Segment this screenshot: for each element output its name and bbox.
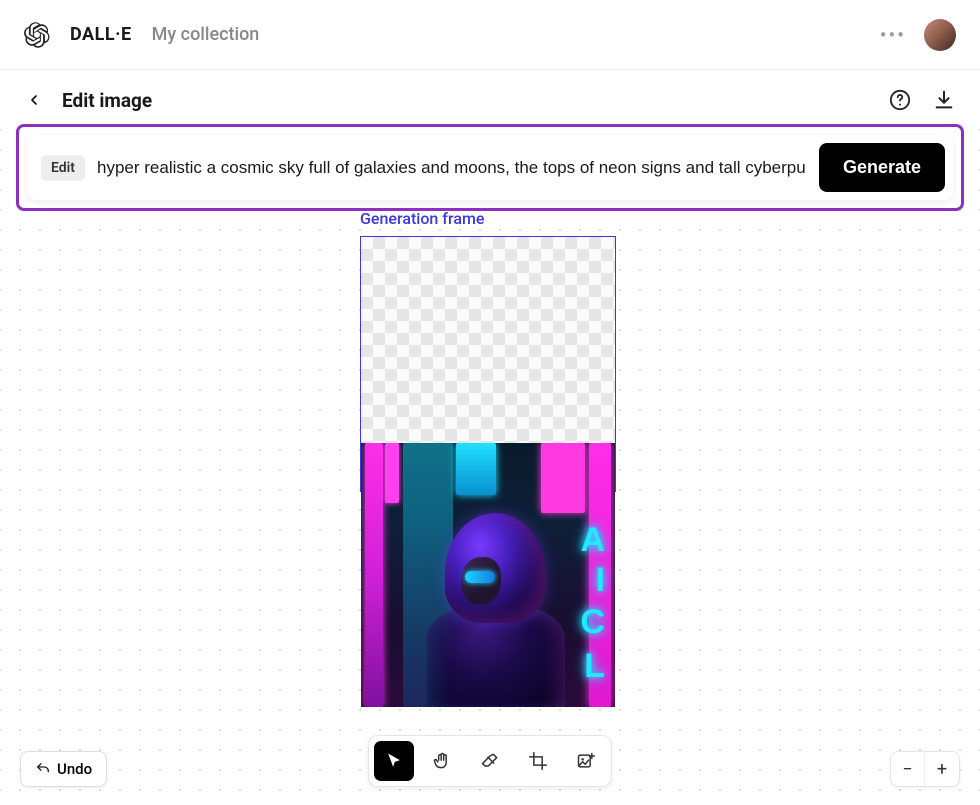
zoom-in-button[interactable]: + (925, 752, 959, 786)
generation-frame-label: Generation frame (360, 209, 484, 228)
undo-label: Undo (57, 760, 92, 778)
canvas-area: Edit image Edit Generate Generation fram… (0, 70, 980, 805)
undo-button[interactable]: Undo (20, 751, 107, 787)
back-button[interactable] (24, 90, 44, 110)
erase-tool-button[interactable] (470, 741, 510, 781)
select-tool-button[interactable] (374, 741, 414, 781)
hand-icon (432, 751, 452, 771)
page-toolbar: Edit image (0, 70, 980, 120)
add-image-tool-button[interactable] (566, 741, 606, 781)
figure-glasses (465, 571, 495, 583)
zoom-controls: − + (890, 751, 960, 787)
app-header: DALL·E My collection ••• (0, 0, 980, 70)
neon-scene-art: A I C L (361, 443, 615, 707)
prompt-input[interactable] (97, 158, 807, 178)
download-icon[interactable] (932, 88, 956, 112)
more-menu-icon[interactable]: ••• (880, 23, 906, 47)
neon-letter: I (596, 561, 605, 600)
generate-button[interactable]: Generate (819, 143, 945, 192)
crop-icon (528, 751, 548, 771)
prompt-highlight-box: Edit Generate (16, 124, 964, 211)
help-icon[interactable] (888, 88, 912, 112)
neon-sign-left-2 (385, 443, 399, 503)
existing-image[interactable]: A I C L (361, 443, 615, 707)
neon-sign-right-top (541, 443, 585, 513)
toolbar-left: Edit image (24, 89, 152, 112)
pan-tool-button[interactable] (422, 741, 462, 781)
neon-letter: C (580, 603, 605, 642)
undo-icon (35, 761, 51, 777)
edit-mode-tag[interactable]: Edit (41, 155, 85, 181)
tool-strip (368, 735, 612, 787)
header-left: DALL·E My collection (24, 22, 259, 48)
neon-sign-top-cyan (456, 443, 496, 495)
hooded-figure (417, 513, 567, 707)
openai-logo-icon (24, 22, 50, 48)
neon-sign-left (365, 443, 383, 707)
zoom-out-button[interactable]: − (891, 752, 925, 786)
add-image-icon (576, 751, 596, 771)
page-title: Edit image (62, 89, 152, 112)
header-right: ••• (880, 19, 956, 51)
neon-letter: L (584, 647, 605, 686)
crop-tool-button[interactable] (518, 741, 558, 781)
nav-my-collection[interactable]: My collection (152, 24, 260, 45)
toolbar-right (888, 88, 956, 112)
avatar[interactable] (924, 19, 956, 51)
eraser-icon (480, 751, 500, 771)
cursor-icon (384, 751, 404, 771)
brand-name: DALL·E (70, 24, 132, 45)
neon-letter: A (580, 521, 605, 560)
prompt-bar: Edit Generate (27, 135, 953, 200)
